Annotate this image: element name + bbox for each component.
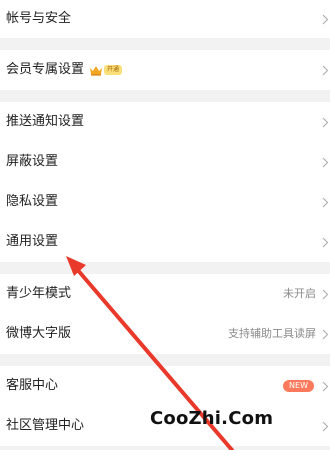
crown-icon	[90, 65, 103, 76]
section-divider	[0, 262, 330, 274]
settings-item-customer-service[interactable]: 客服中心 NEW	[0, 366, 330, 406]
settings-group-vip: 会员专属设置 开通	[0, 50, 330, 90]
settings-item-large-font[interactable]: 微博大字版 支持辅助工具读屏	[0, 314, 330, 354]
settings-item-vip-settings[interactable]: 会员专属设置 开通	[0, 50, 330, 90]
section-divider	[0, 90, 330, 102]
settings-item-label: 青少年模式	[6, 286, 72, 301]
new-badge: NEW	[283, 380, 314, 392]
settings-item-label: 推送通知设置	[6, 114, 85, 129]
settings-item-account-security[interactable]: 帐号与安全	[0, 0, 330, 38]
chevron-right-icon	[320, 235, 330, 249]
settings-item-label: 会员专属设置	[6, 62, 85, 77]
section-divider	[0, 354, 330, 366]
settings-item-label: 通用设置	[6, 234, 59, 249]
settings-group-support: 客服中心 NEW 社区管理中心	[0, 366, 330, 446]
settings-item-block[interactable]: 屏蔽设置	[0, 142, 330, 182]
chevron-right-icon	[320, 12, 330, 26]
chevron-right-icon	[320, 419, 330, 433]
settings-group-account: 帐号与安全	[0, 0, 330, 38]
chevron-right-icon	[320, 287, 330, 301]
settings-group-modes: 青少年模式 未开启 微博大字版 支持辅助工具读屏	[0, 274, 330, 354]
settings-item-teen-mode[interactable]: 青少年模式 未开启	[0, 274, 330, 314]
settings-item-label: 隐私设置	[6, 194, 59, 209]
chevron-right-icon	[320, 195, 330, 209]
settings-item-privacy[interactable]: 隐私设置	[0, 182, 330, 222]
vip-open-badge: 开通	[104, 65, 123, 75]
settings-group-general: 推送通知设置 屏蔽设置 隐私设置 通用设置	[0, 102, 330, 262]
watermark-text: CooZhi.Com	[150, 408, 274, 429]
chevron-right-icon	[320, 379, 330, 393]
settings-screen: 帐号与安全 会员专属设置 开通 推送通知设置 屏蔽设置 隐私设置 通用设置 青少…	[0, 0, 330, 450]
teen-mode-status: 未开启	[283, 287, 316, 300]
settings-item-label: 客服中心	[6, 378, 59, 393]
large-font-description: 支持辅助工具读屏	[228, 327, 316, 340]
section-divider	[0, 38, 330, 50]
chevron-right-icon	[320, 155, 330, 169]
vip-badge: 开通	[89, 64, 123, 76]
chevron-right-icon	[320, 115, 330, 129]
settings-item-label: 屏蔽设置	[6, 154, 59, 169]
chevron-right-icon	[320, 327, 330, 341]
settings-item-label: 微博大字版	[6, 326, 72, 341]
settings-item-label: 社区管理中心	[6, 418, 85, 433]
settings-item-push-notifications[interactable]: 推送通知设置	[0, 102, 330, 142]
chevron-right-icon	[320, 63, 330, 77]
settings-item-general[interactable]: 通用设置	[0, 222, 330, 262]
settings-item-label: 帐号与安全	[6, 11, 72, 26]
